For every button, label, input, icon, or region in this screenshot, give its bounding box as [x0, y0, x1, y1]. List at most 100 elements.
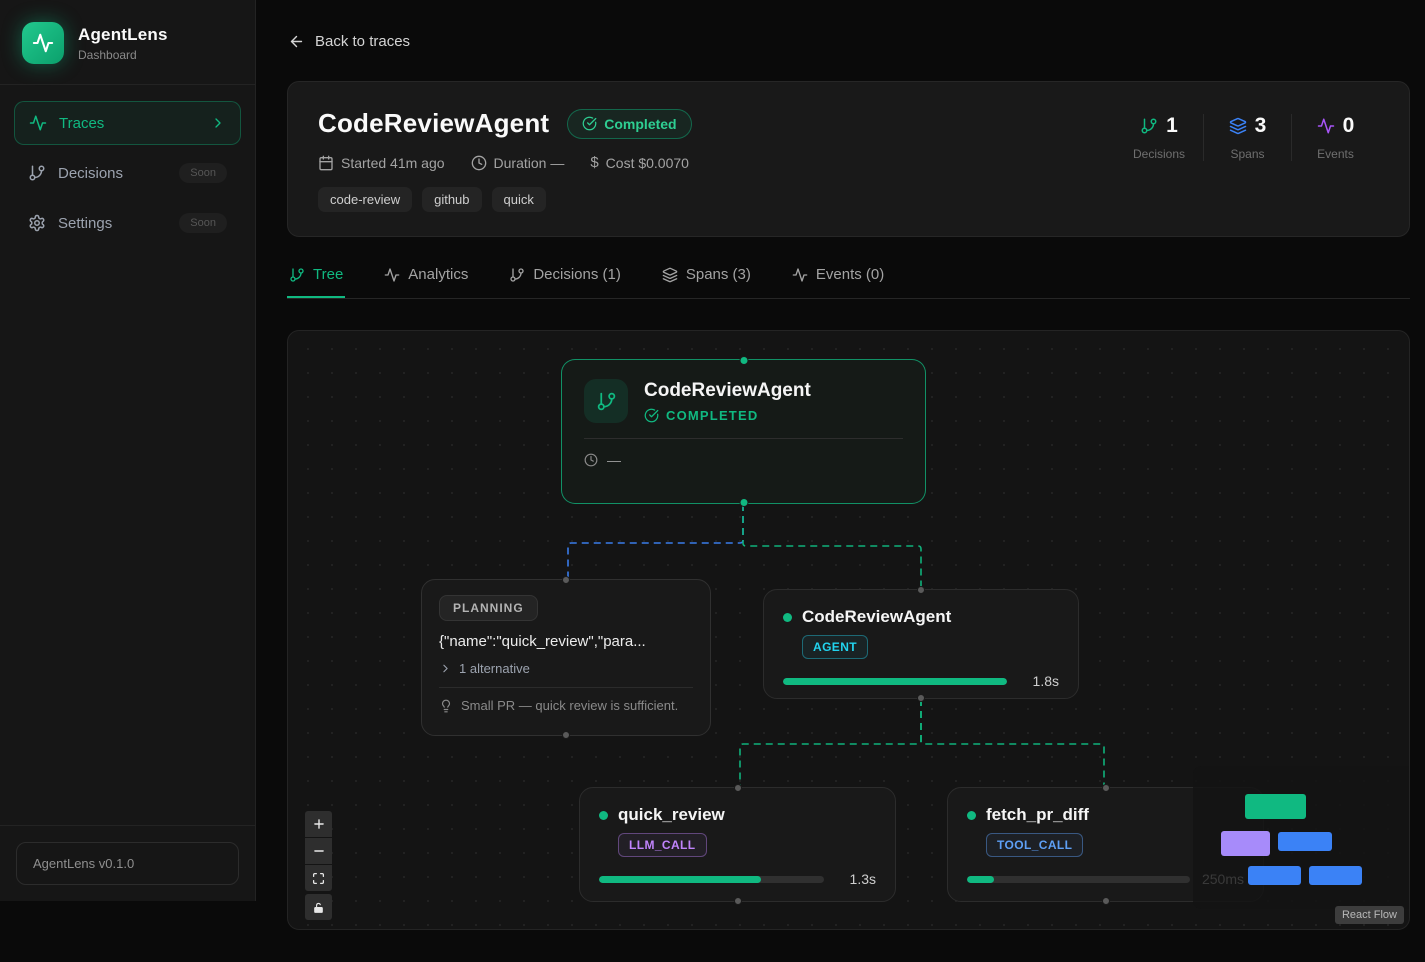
layers-icon [1229, 117, 1247, 135]
arrow-left-icon [288, 33, 305, 50]
back-to-traces-link[interactable]: Back to traces [288, 33, 410, 50]
status-dot [967, 811, 976, 820]
sidebar: AgentLens Dashboard Traces Decisions Soo… [0, 0, 256, 901]
tab-events[interactable]: Events (0) [790, 262, 886, 298]
sidebar-item-traces[interactable]: Traces [14, 101, 241, 145]
node-handle [739, 498, 748, 507]
minimap-node-planning [1221, 831, 1270, 856]
node-handle [1102, 784, 1110, 792]
span-type-badge: AGENT [802, 635, 868, 659]
alternatives-toggle[interactable]: 1 alternative [439, 661, 693, 676]
git-branch-icon [509, 267, 525, 283]
sidebar-footer: AgentLens v0.1.0 [0, 825, 255, 901]
flow-canvas[interactable]: CodeReviewAgent COMPLETED — [287, 330, 1410, 930]
zoom-in-button[interactable] [305, 811, 332, 837]
brand: AgentLens Dashboard [0, 0, 255, 85]
soon-badge: Soon [179, 163, 227, 183]
tab-bar: Tree Analytics Decisions (1) Spans (3) E… [287, 262, 1410, 299]
chevron-right-icon [210, 115, 226, 131]
activity-icon [384, 267, 400, 283]
clock-icon [584, 453, 598, 467]
check-circle-icon [644, 408, 659, 423]
status-dot [599, 811, 608, 820]
soon-badge: Soon [179, 213, 227, 233]
chevron-right-icon [439, 662, 452, 675]
tab-analytics[interactable]: Analytics [382, 262, 470, 298]
flow-node-quick-review[interactable]: quick_review LLM_CALL 1.3s [579, 787, 896, 902]
sidebar-item-label: Settings [58, 215, 112, 232]
stat-events: 0 Events [1291, 114, 1379, 161]
span-type-badge: LLM_CALL [618, 833, 707, 857]
node-handle [562, 731, 570, 739]
app-version: AgentLens v0.1.0 [16, 842, 239, 885]
trace-title: CodeReviewAgent [318, 108, 549, 139]
decision-type-badge: PLANNING [439, 595, 538, 621]
status-badge: Completed [567, 109, 691, 139]
app-name: AgentLens [78, 25, 168, 45]
tag: code-review [318, 187, 412, 212]
tag: quick [492, 187, 546, 212]
duration-meta: Duration — [471, 155, 565, 171]
layers-icon [662, 267, 678, 283]
minimap[interactable] [1193, 766, 1410, 909]
trace-header-left: CodeReviewAgent Completed Started 41m ag… [318, 108, 692, 210]
node-duration: 1.8s [1019, 673, 1059, 689]
git-branch-icon [28, 164, 46, 182]
duration-bar-track [967, 876, 1190, 883]
node-handle [734, 784, 742, 792]
node-handle [1102, 897, 1110, 905]
page: AgentLens Dashboard Traces Decisions Soo… [0, 0, 1425, 962]
cost-meta: $ Cost $0.0070 [590, 154, 689, 171]
tab-tree[interactable]: Tree [287, 262, 345, 298]
node-duration: — [607, 452, 621, 468]
node-handle [562, 576, 570, 584]
duration-bar-fill [783, 678, 1007, 685]
activity-icon [792, 267, 808, 283]
gear-icon [28, 214, 46, 232]
activity-icon [1317, 117, 1335, 135]
node-status: COMPLETED [666, 408, 758, 423]
lock-button[interactable] [305, 894, 332, 920]
duration-bar-track [599, 876, 824, 883]
decision-content: {"name":"quick_review","para... [439, 633, 693, 650]
duration-bar-fill [599, 876, 761, 883]
node-title: fetch_pr_diff [986, 805, 1089, 825]
flow-node-agent-span[interactable]: CodeReviewAgent AGENT 1.8s [763, 589, 1079, 699]
node-handle [917, 694, 925, 702]
calendar-icon [318, 155, 334, 171]
duration-bar-fill [967, 876, 994, 883]
node-handle [734, 897, 742, 905]
started-meta: Started 41m ago [318, 155, 445, 171]
react-flow-attribution[interactable]: React Flow [1335, 906, 1404, 924]
git-branch-icon [289, 267, 305, 283]
tag: github [422, 187, 481, 212]
tab-decisions[interactable]: Decisions (1) [507, 262, 623, 298]
minimap-node-quick-review [1248, 866, 1301, 885]
tags-row: code-review github quick [318, 187, 692, 212]
span-type-badge: TOOL_CALL [986, 833, 1083, 857]
minimap-node-agent [1278, 832, 1332, 851]
check-circle-icon [582, 116, 597, 131]
node-title: quick_review [618, 805, 725, 825]
minimap-node-fetch-pr-diff [1309, 866, 1362, 885]
flow-node-root-agent[interactable]: CodeReviewAgent COMPLETED — [561, 359, 926, 504]
flow-node-planning-decision[interactable]: PLANNING {"name":"quick_review","para...… [421, 579, 711, 736]
sidebar-item-label: Traces [59, 115, 104, 132]
sidebar-nav: Traces Decisions Soon Settings Soon [0, 85, 255, 267]
node-duration: 1.3s [836, 871, 876, 887]
fit-view-button[interactable] [305, 865, 332, 891]
duration-bar-track [783, 678, 1007, 685]
sidebar-item-decisions[interactable]: Decisions Soon [14, 151, 241, 195]
tab-spans[interactable]: Spans (3) [660, 262, 753, 298]
node-handle [917, 586, 925, 594]
sidebar-item-label: Decisions [58, 165, 123, 182]
trace-stats: 1 Decisions 3 Spans 0 [1115, 114, 1379, 210]
clock-icon [471, 155, 487, 171]
canvas-controls [305, 811, 332, 921]
node-handle [739, 356, 748, 365]
app-logo-icon [22, 22, 64, 64]
sidebar-item-settings[interactable]: Settings Soon [14, 201, 241, 245]
trace-header-card: CodeReviewAgent Completed Started 41m ag… [287, 81, 1410, 237]
git-branch-icon [1140, 117, 1158, 135]
zoom-out-button[interactable] [305, 838, 332, 864]
